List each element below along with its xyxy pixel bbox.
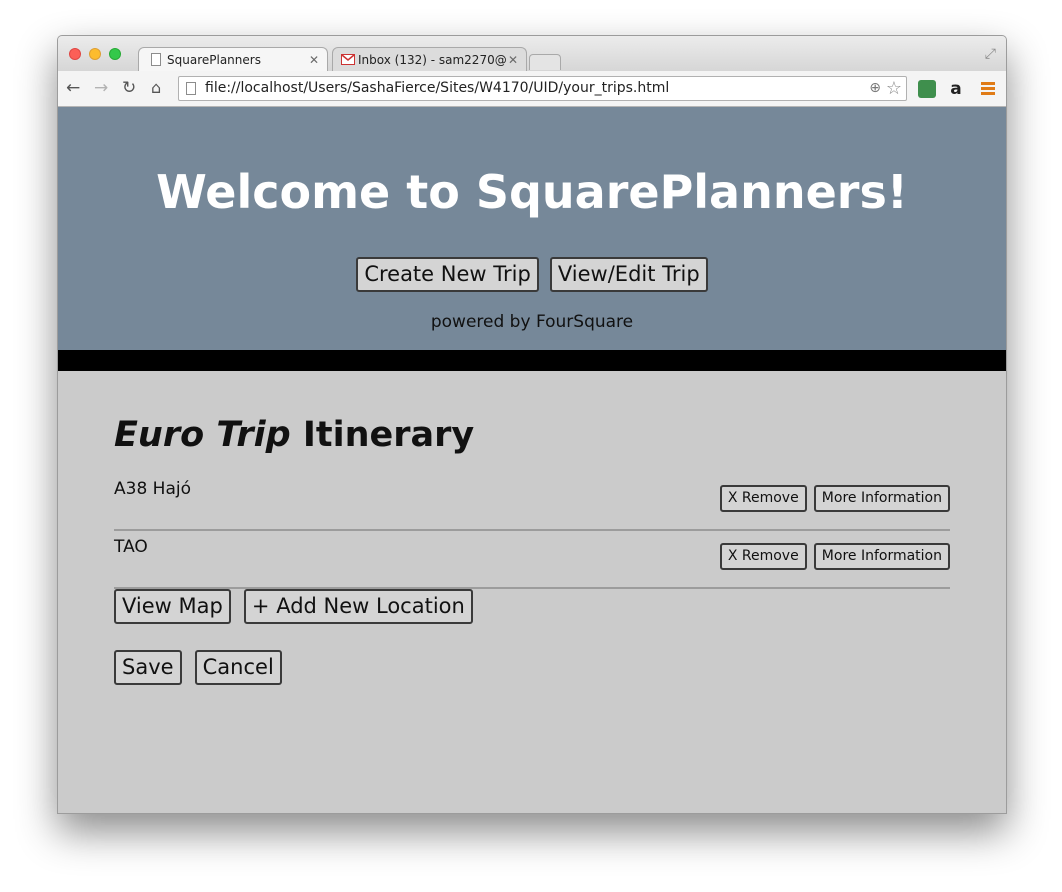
location-actions: X Remove More Information: [718, 485, 950, 512]
tab-title: Inbox (132) - sam2270@c: [358, 52, 506, 67]
gmail-icon: [341, 54, 355, 65]
header-divider: [58, 350, 1006, 371]
amazon-icon[interactable]: a: [947, 80, 965, 98]
url-text[interactable]: file://localhost/Users/SashaFierce/Sites…: [205, 80, 669, 96]
browser-toolbar: ← → ↻ ⌂ file://localhost/Users/SashaFier…: [58, 71, 1006, 107]
more-information-button[interactable]: More Information: [813, 543, 950, 570]
tab-squareplanners[interactable]: SquarePlanners ✕: [138, 47, 328, 71]
reload-icon[interactable]: ↻: [122, 79, 136, 97]
itinerary-heading: Euro Trip Itinerary: [114, 415, 474, 455]
site-header: Welcome to SquarePlanners! Create New Tr…: [58, 107, 1006, 350]
remove-location-button[interactable]: X Remove: [719, 485, 807, 512]
add-new-location-button[interactable]: + Add New Location: [243, 589, 473, 624]
cancel-button[interactable]: Cancel: [194, 650, 282, 685]
create-new-trip-button[interactable]: Create New Trip: [356, 257, 539, 292]
address-bar[interactable]: file://localhost/Users/SashaFierce/Sites…: [178, 76, 907, 101]
remove-location-button[interactable]: X Remove: [719, 543, 807, 570]
home-icon[interactable]: ⌂: [151, 79, 161, 97]
tab-close-icon[interactable]: ✕: [307, 53, 321, 67]
zoom-icon[interactable]: ⊕: [869, 80, 881, 96]
minimize-window-button[interactable]: [89, 48, 101, 60]
new-tab-button[interactable]: [529, 54, 561, 70]
view-map-button[interactable]: View Map: [114, 589, 231, 624]
form-actions: Save Cancel: [114, 650, 290, 685]
page-title: Welcome to SquarePlanners!: [156, 165, 908, 219]
location-name: A38 Hajó: [114, 479, 191, 499]
extension-icon[interactable]: [918, 80, 936, 98]
back-arrow-icon[interactable]: ←: [66, 79, 80, 97]
save-button[interactable]: Save: [114, 650, 182, 685]
location-name: TAO: [114, 537, 148, 557]
page-content: Welcome to SquarePlanners! Create New Tr…: [58, 107, 1006, 813]
menu-icon[interactable]: [979, 80, 997, 98]
tab-inbox[interactable]: Inbox (132) - sam2270@c ✕: [332, 47, 527, 71]
location-actions: X Remove More Information: [718, 543, 950, 570]
close-window-button[interactable]: [69, 48, 81, 60]
tab-title: SquarePlanners: [167, 52, 261, 67]
view-edit-trip-button[interactable]: View/Edit Trip: [549, 257, 708, 292]
list-item: TAO X Remove More Information: [114, 531, 950, 589]
title-bar: SquarePlanners ✕ Inbox (132) - sam2270@c…: [58, 36, 1006, 71]
map-actions: View Map + Add New Location: [114, 589, 481, 624]
page-favicon-icon: [151, 53, 161, 66]
page-icon: [186, 82, 196, 95]
trip-name: Euro Trip: [114, 415, 291, 455]
bookmark-star-icon[interactable]: ☆: [886, 78, 902, 99]
forward-arrow-icon[interactable]: →: [94, 79, 108, 97]
itinerary-label: Itinerary: [290, 415, 475, 455]
header-nav: Create New Trip View/Edit Trip: [58, 257, 1006, 292]
fullscreen-icon[interactable]: ⤢: [985, 46, 996, 62]
zoom-window-button[interactable]: [109, 48, 121, 60]
browser-window: SquarePlanners ✕ Inbox (132) - sam2270@c…: [57, 35, 1007, 814]
tab-close-icon[interactable]: ✕: [506, 53, 520, 67]
powered-by-text: powered by FourSquare: [430, 312, 634, 332]
more-information-button[interactable]: More Information: [813, 485, 950, 512]
list-item: A38 Hajó X Remove More Information: [114, 473, 950, 531]
